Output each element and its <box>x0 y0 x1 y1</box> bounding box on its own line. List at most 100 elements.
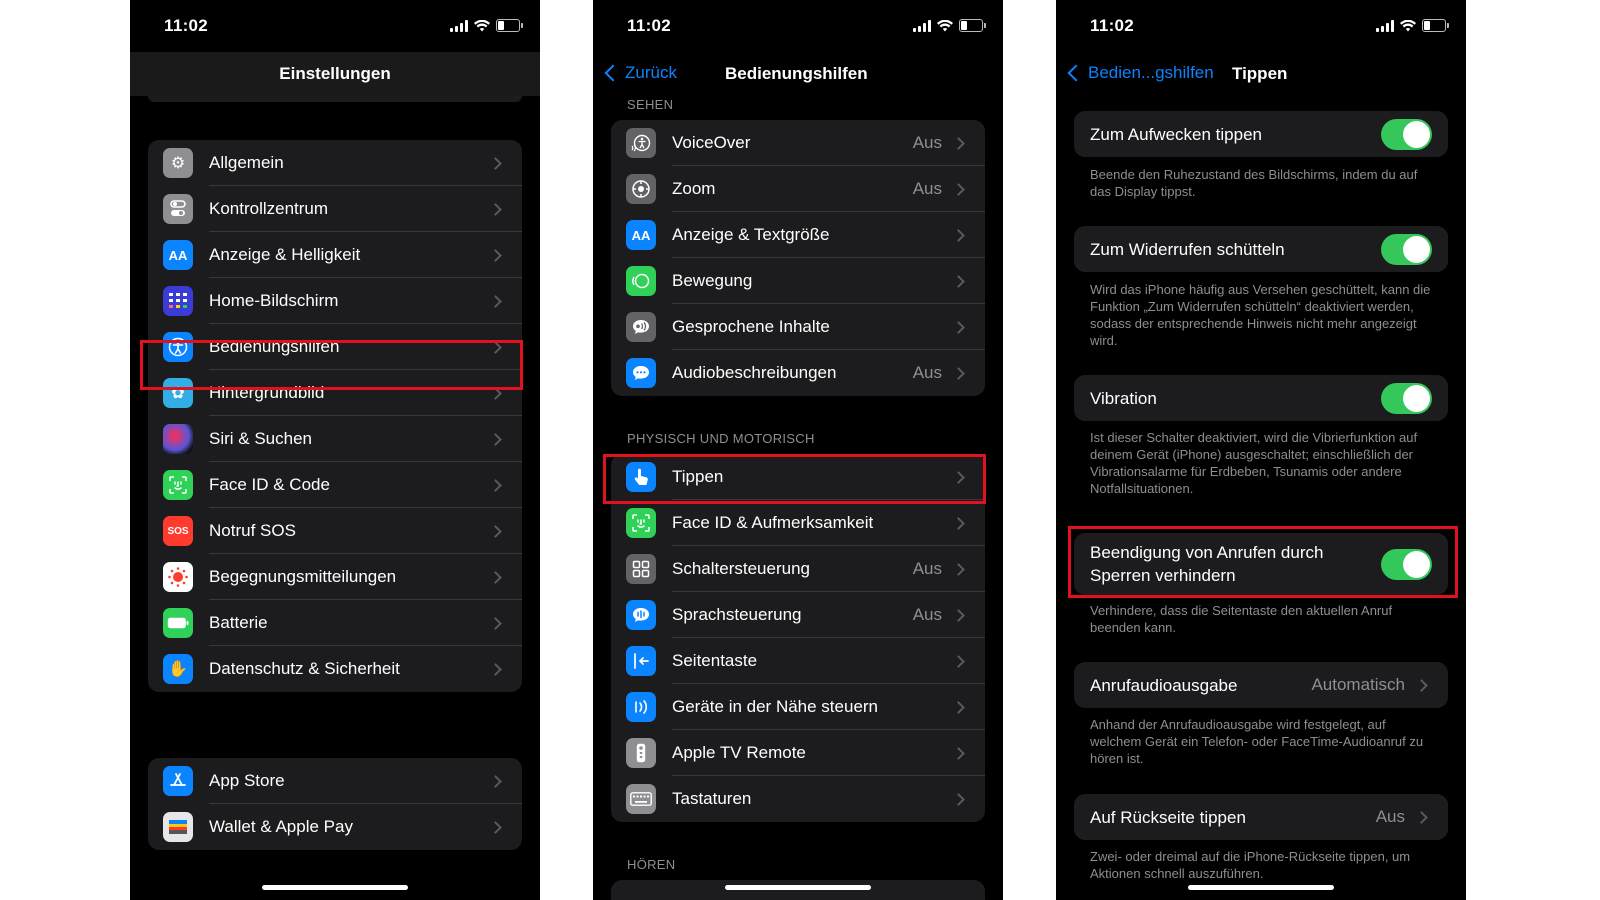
row-value: Aus <box>912 179 942 198</box>
home-grid-icon <box>163 286 193 316</box>
chevron-right-icon <box>952 700 965 714</box>
chevron-right-icon <box>952 136 965 150</box>
status-time: 11:02 <box>164 16 209 35</box>
chevron-right-icon <box>952 746 965 760</box>
app-store-icon <box>163 766 193 796</box>
row-sprachsteuerung[interactable]: Sprachsteuerung Aus <box>611 592 985 638</box>
section-header-hoeren: HÖREN <box>627 857 676 872</box>
chevron-right-icon <box>952 320 965 334</box>
row-value: Aus <box>912 605 942 624</box>
highlight-box <box>603 454 986 504</box>
settings-row-siri[interactable]: Siri & Suchen <box>148 416 522 462</box>
status-bar: 11:02 <box>1056 0 1466 52</box>
row-label: Apple TV Remote <box>672 743 806 762</box>
wallet-icon <box>163 812 193 842</box>
settings-row-allgemein[interactable]: ⚙ Allgemein <box>148 140 522 186</box>
row-gesprochene-inhalte[interactable]: Gesprochene Inhalte <box>611 304 985 350</box>
page-title: Tippen <box>1232 64 1288 83</box>
settings-row-batterie[interactable]: Batterie <box>148 600 522 646</box>
remote-icon <box>626 738 656 768</box>
row-auf-rueckseite-tippen[interactable]: Auf Rückseite tippen Aus <box>1074 794 1448 840</box>
row-zoom[interactable]: Zoom Aus <box>611 166 985 212</box>
row-value: Automatisch <box>1311 675 1405 694</box>
chevron-right-icon <box>489 202 502 216</box>
row-face-id-aufmerksamkeit[interactable]: Face ID & Aufmerksamkeit <box>611 500 985 546</box>
description-rueckseite: Zwei- oder dreimal auf die iPhone-Rückse… <box>1090 849 1411 881</box>
row-label: Tastaturen <box>672 789 752 808</box>
settings-row-anzeige[interactable]: AA Anzeige & Helligkeit <box>148 232 522 278</box>
row-label: Auf Rückseite tippen <box>1090 807 1246 827</box>
row-label: Allgemein <box>209 153 284 172</box>
status-bar: 11:02 <box>130 0 540 52</box>
wifi-icon <box>937 20 953 32</box>
back-button[interactable]: Zurück <box>604 63 677 83</box>
side-button-icon <box>626 646 656 676</box>
chevron-left-icon <box>1067 64 1085 82</box>
settings-row-app-store[interactable]: App Store <box>148 758 522 804</box>
zoom-icon <box>626 174 656 204</box>
description-beendigung-anrufe: Verhindere, dass die Seitentaste den akt… <box>1090 603 1393 635</box>
settings-row-datenschutz[interactable]: ✋ Datenschutz & Sicherheit <box>148 646 522 692</box>
description-zum-aufwecken: Beende den Ruhezustand des Bildschirms, … <box>1090 167 1418 199</box>
exposure-icon <box>163 562 193 592</box>
battery-icon <box>163 608 193 638</box>
switch-control-icon <box>626 554 656 584</box>
chevron-right-icon <box>952 792 965 806</box>
chevron-right-icon <box>952 366 965 380</box>
group-physisch: Tippen Face ID & Aufmerksamkeit Schalter… <box>611 454 985 822</box>
home-indicator <box>1188 885 1334 890</box>
battery-status-icon <box>959 19 986 32</box>
row-value: Aus <box>912 559 942 578</box>
gear-icon: ⚙ <box>163 148 193 178</box>
row-label: Zoom <box>672 179 716 198</box>
row-label: Zum Aufwecken tippen <box>1090 124 1262 144</box>
row-zum-widerrufen-schuetteln: Zum Widerrufen schütteln <box>1074 226 1448 272</box>
back-label: Bedien...gshilfen <box>1088 63 1214 82</box>
row-anzeige-textgroesse[interactable]: AA Anzeige & Textgröße <box>611 212 985 258</box>
row-label: Kontrollzentrum <box>209 199 329 218</box>
chevron-right-icon <box>489 820 502 834</box>
row-label: Zum Widerrufen schütteln <box>1090 239 1285 259</box>
phone-touch: 11:02 Bedien...gshilfen Tippen Zum Aufwe… <box>1056 0 1466 900</box>
row-label: Wallet & Apple Pay <box>209 817 353 836</box>
settings-row-wallet[interactable]: Wallet & Apple Pay <box>148 804 522 850</box>
settings-row-face-id[interactable]: Face ID & Code <box>148 462 522 508</box>
settings-row-begegnungsmitteilungen[interactable]: Begegnungsmitteilungen <box>148 554 522 600</box>
chevron-right-icon <box>489 616 502 630</box>
settings-row-kontrollzentrum[interactable]: Kontrollzentrum <box>148 186 522 232</box>
row-label: Anrufaudioausgabe <box>1090 675 1238 695</box>
section-header-physisch: PHYSISCH UND MOTORISCH <box>627 431 815 446</box>
toggle-vibration[interactable] <box>1381 382 1432 414</box>
group-hoeren-partial <box>611 880 985 900</box>
chevron-right-icon <box>952 274 965 288</box>
chevron-right-icon <box>489 248 502 262</box>
cellular-signal-icon <box>450 20 468 32</box>
phone-accessibility: 11:02 Zurück Bedienungshilfen SEHEN Voic… <box>593 0 1003 900</box>
settings-row-notruf-sos[interactable]: SOS Notruf SOS <box>148 508 522 554</box>
row-audiobeschreibungen[interactable]: Audiobeschreibungen Aus <box>611 350 985 396</box>
back-button[interactable]: Bedien...gshilfen <box>1067 63 1214 83</box>
row-bewegung[interactable]: Bewegung <box>611 258 985 304</box>
settings-row-home-bildschirm[interactable]: Home-Bildschirm <box>148 278 522 324</box>
description-anrufaudioausgabe: Anhand der Anrufaudioausgabe wird festge… <box>1090 717 1424 766</box>
cellular-signal-icon <box>913 20 931 32</box>
chevron-right-icon <box>952 654 965 668</box>
toggle-zum-aufwecken[interactable] <box>1381 118 1432 150</box>
row-label: Gesprochene Inhalte <box>672 317 830 336</box>
status-bar: 11:02 <box>593 0 1003 52</box>
row-voiceover[interactable]: VoiceOver Aus <box>611 120 985 166</box>
description-widerrufen: Wird das iPhone häufig aus Versehen gesc… <box>1090 282 1431 348</box>
row-label: Anzeige & Textgröße <box>672 225 830 244</box>
battery-status-icon <box>1422 19 1449 32</box>
row-geraete-naehe[interactable]: Geräte in der Nähe steuern <box>611 684 985 730</box>
toggle-widerrufen[interactable] <box>1381 233 1432 265</box>
row-tastaturen[interactable]: Tastaturen <box>611 776 985 822</box>
row-apple-tv-remote[interactable]: Apple TV Remote <box>611 730 985 776</box>
row-label: Geräte in der Nähe steuern <box>672 697 879 716</box>
row-label: Begegnungsmitteilungen <box>209 567 397 586</box>
row-seitentaste[interactable]: Seitentaste <box>611 638 985 684</box>
chevron-right-icon <box>489 478 502 492</box>
row-schaltersteuerung[interactable]: Schaltersteuerung Aus <box>611 546 985 592</box>
settings-group-store: App Store Wallet & Apple Pay <box>148 758 522 850</box>
row-anrufaudioausgabe[interactable]: Anrufaudioausgabe Automatisch <box>1074 662 1448 708</box>
